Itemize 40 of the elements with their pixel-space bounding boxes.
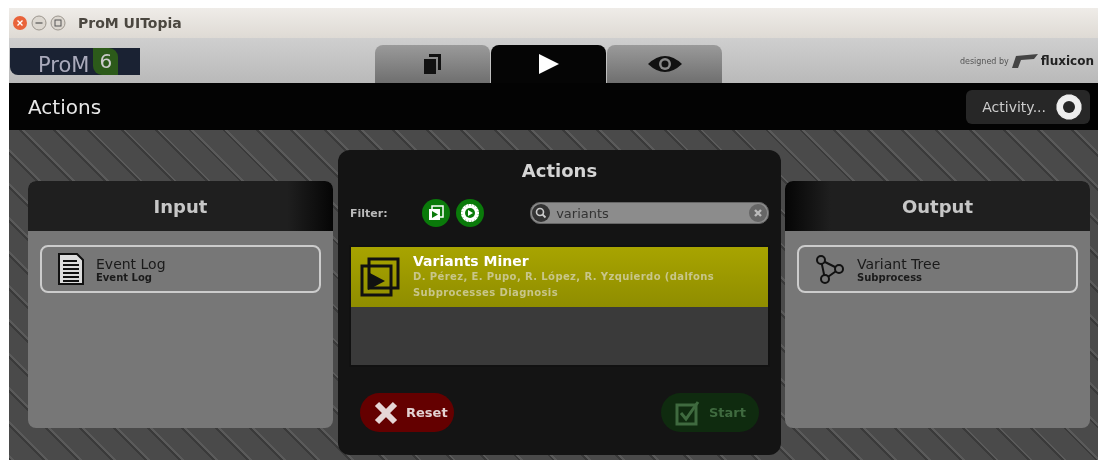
window-title: ProM UITopia xyxy=(78,15,182,31)
view-tab[interactable] xyxy=(375,45,490,83)
object-card[interactable]: Event Log Event Log xyxy=(40,245,321,293)
plugin-list-item[interactable]: Variants Miner D. Pérez, E. Pupo, R. López, R. Yzquierdo (dalfons Subprocesses Diagnosis xyxy=(351,247,768,307)
close-icon xyxy=(374,400,398,425)
search-text: variants xyxy=(556,205,610,221)
play-window-icon xyxy=(359,256,401,298)
panel-title: Input xyxy=(153,195,208,217)
document-icon xyxy=(58,253,84,285)
plugin-category: Subprocesses Diagnosis xyxy=(413,286,560,300)
checkbox-icon xyxy=(675,399,701,426)
play-icon xyxy=(536,53,561,75)
clear-icon[interactable] xyxy=(749,204,767,222)
page-title: Actions xyxy=(28,94,102,119)
plugin-authors: D. Pérez, E. Pupo, R. López, R. Yzquierdo (dalfons xyxy=(413,270,715,284)
prom-logo: ProM 6 xyxy=(10,48,140,75)
dialog-title: Actions xyxy=(520,160,599,181)
gear-play-icon xyxy=(461,204,480,222)
view-tab[interactable] xyxy=(491,45,606,83)
view-tab[interactable] xyxy=(607,45,722,83)
object-type: Subprocess xyxy=(857,271,924,283)
graph-icon xyxy=(815,253,845,285)
object-type: Event Log xyxy=(96,271,152,283)
wing-logo-icon xyxy=(1011,54,1038,68)
activity-button[interactable]: Activity... xyxy=(966,89,1090,124)
brand-name: fluxicon xyxy=(1040,54,1094,68)
reset-button[interactable]: Reset xyxy=(360,393,454,432)
search-field[interactable]: variants xyxy=(530,202,769,224)
object-card[interactable]: Variant Tree Subprocess xyxy=(797,245,1078,293)
filter-label: Filter: xyxy=(350,206,389,220)
search-icon xyxy=(532,204,551,222)
object-name: Variant Tree xyxy=(857,255,941,272)
credit-text: designed by xyxy=(959,56,1009,66)
panel-title: Output xyxy=(902,195,973,217)
play-window-icon xyxy=(428,205,445,221)
filter-toggle[interactable] xyxy=(422,199,451,227)
eye-icon xyxy=(646,54,683,74)
filter-toggle[interactable] xyxy=(456,199,485,227)
object-name: Event Log xyxy=(96,255,166,272)
plugin-name: Variants Miner xyxy=(413,253,530,269)
